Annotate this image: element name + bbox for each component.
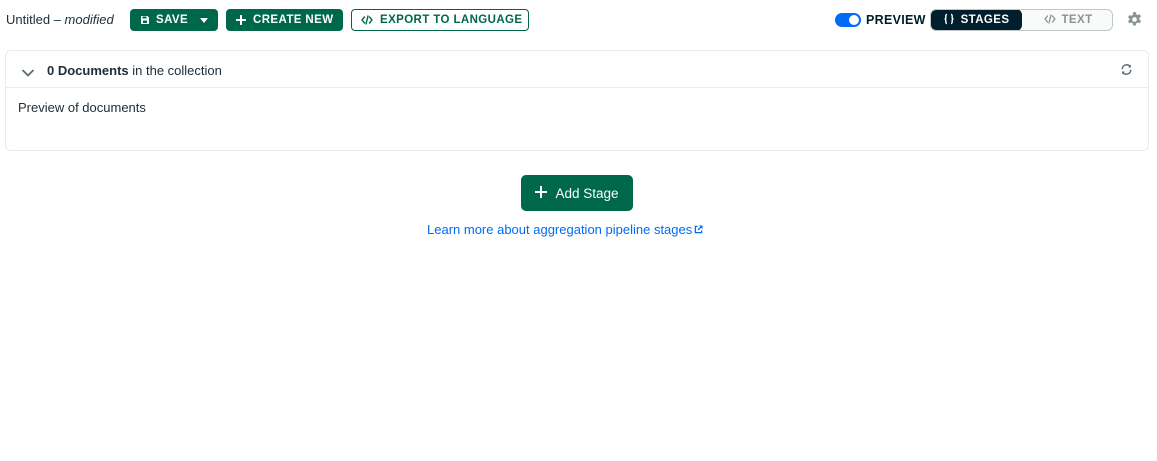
curly-braces-icon: [943, 13, 955, 28]
chevron-down-icon[interactable]: [22, 64, 34, 82]
export-label: EXPORT TO LANGUAGE: [380, 14, 523, 26]
code-icon: [1043, 13, 1056, 27]
document-count-value: 0 Documents: [47, 63, 129, 78]
preview-panel-header: 0 Documents in the collection: [6, 51, 1148, 88]
gear-icon[interactable]: [1126, 11, 1143, 33]
stages-view-button[interactable]: STAGES: [931, 10, 1022, 30]
external-link-icon: [694, 222, 703, 237]
view-mode-switch: STAGES TEXT: [930, 9, 1113, 31]
document-count-suffix: in the collection: [128, 63, 222, 78]
toggle-knob: [849, 15, 859, 25]
title-separator: –: [50, 12, 65, 27]
text-view-button[interactable]: TEXT: [1022, 10, 1112, 30]
create-new-button[interactable]: CREATE NEW: [226, 9, 343, 31]
preview-placeholder-text: Preview of documents: [18, 100, 146, 115]
add-stage-button[interactable]: Add Stage: [521, 175, 633, 211]
pipeline-title: Untitled – modified: [6, 12, 114, 27]
plus-icon: [236, 15, 246, 25]
modified-indicator: modified: [64, 12, 114, 27]
plus-icon: [535, 185, 548, 201]
pipeline-toolbar: Untitled – modified SAVE CREATE NEW EXPO…: [0, 0, 1157, 40]
caret-down-icon[interactable]: [200, 17, 209, 23]
documents-preview-panel: 0 Documents in the collection Preview of…: [5, 50, 1149, 151]
preview-toggle[interactable]: [835, 13, 861, 27]
learn-more-label: Learn more about aggregation pipeline st…: [427, 222, 693, 237]
refresh-icon[interactable]: [1120, 63, 1133, 81]
document-count: 0 Documents in the collection: [47, 63, 222, 78]
code-icon: [361, 15, 373, 25]
create-new-label: CREATE NEW: [253, 14, 334, 26]
export-to-language-button[interactable]: EXPORT TO LANGUAGE: [351, 9, 529, 31]
save-label: SAVE: [156, 14, 189, 26]
floppy-disk-icon: [140, 15, 150, 25]
add-stage-label: Add Stage: [555, 185, 619, 201]
preview-label: PREVIEW: [866, 13, 926, 27]
pipeline-name: Untitled: [6, 12, 51, 27]
stages-label: STAGES: [960, 14, 1010, 26]
save-button[interactable]: SAVE: [130, 9, 218, 31]
text-label: TEXT: [1061, 14, 1093, 26]
learn-more-link[interactable]: Learn more about aggregation pipeline st…: [427, 222, 703, 237]
